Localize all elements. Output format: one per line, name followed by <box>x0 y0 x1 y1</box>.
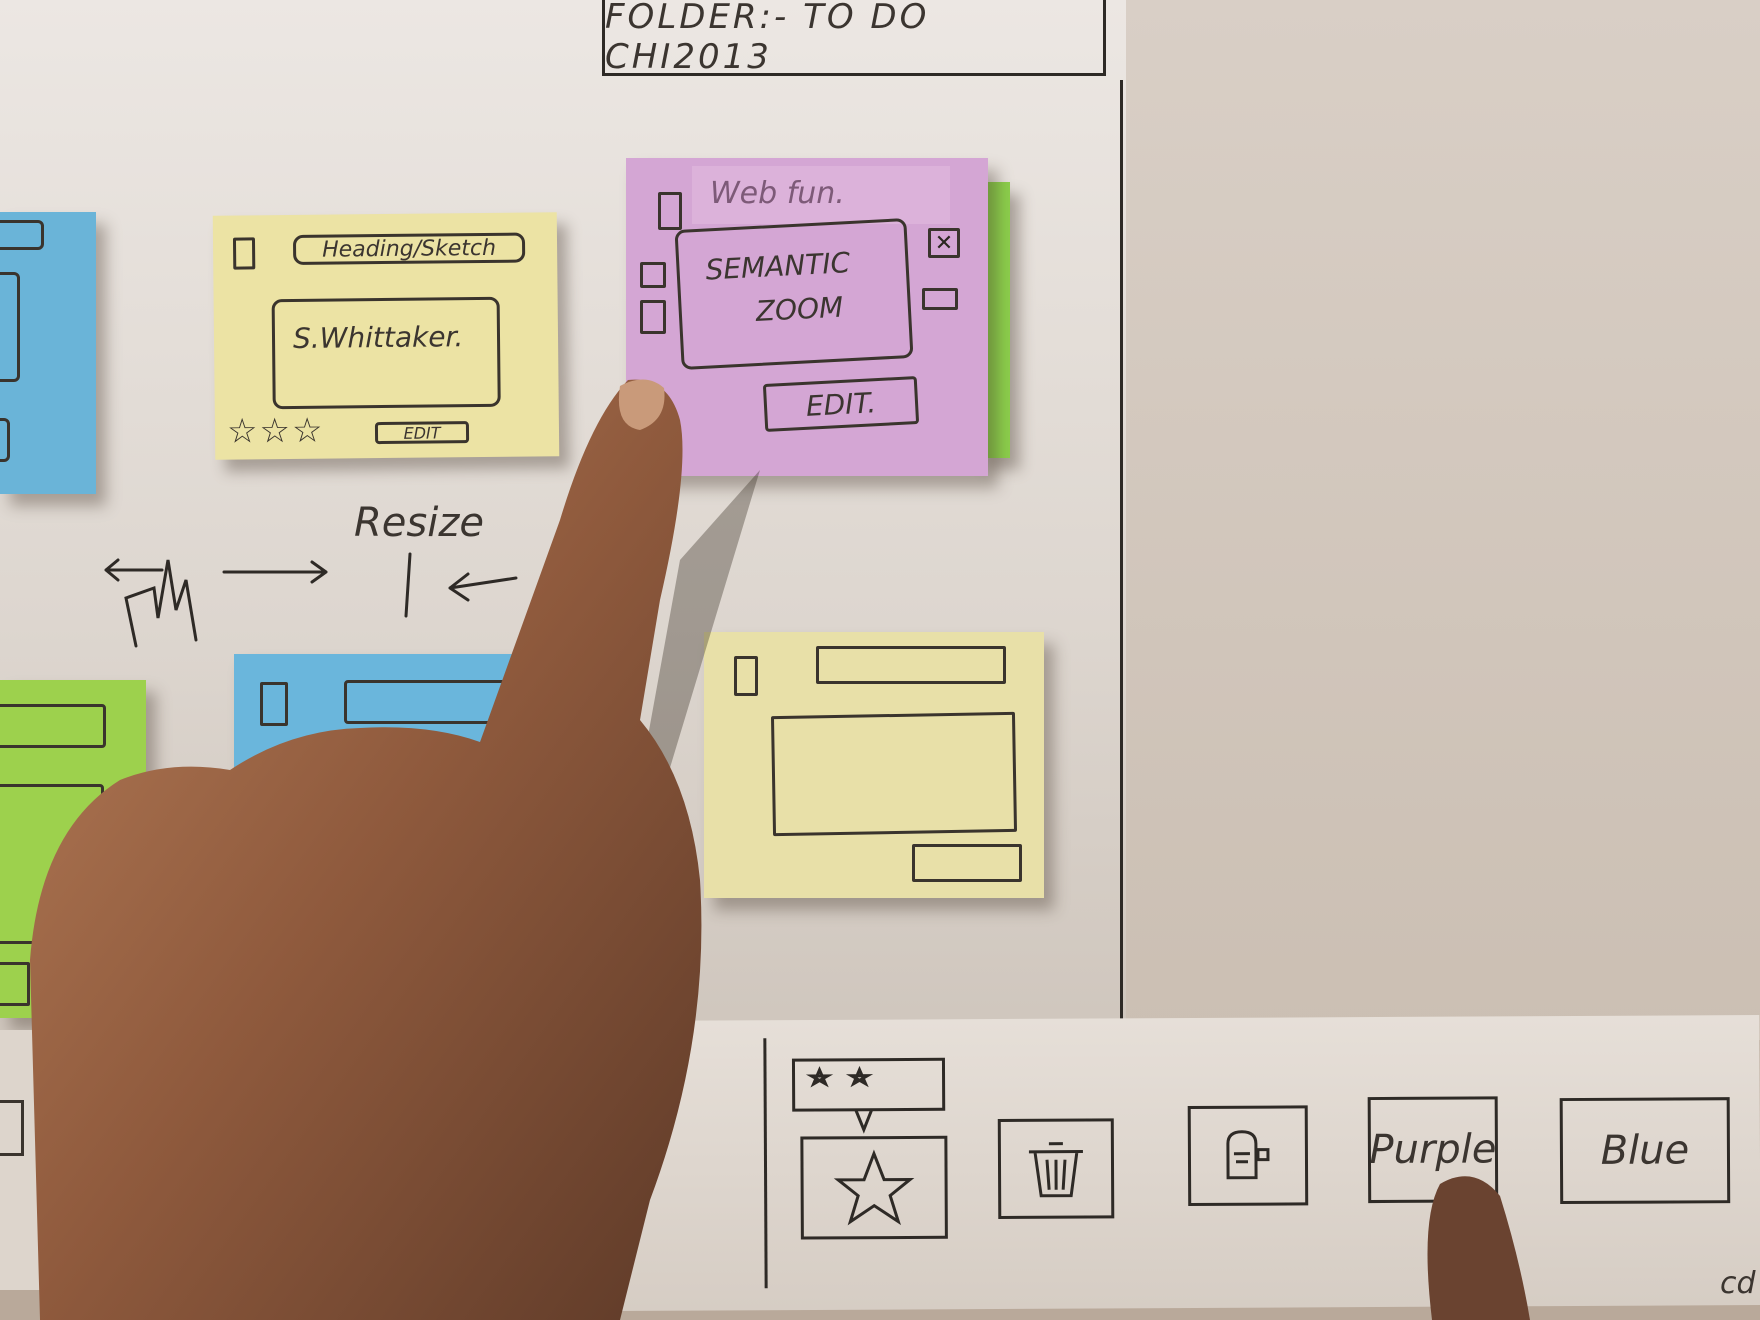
arrow-right-icon <box>222 560 328 584</box>
folder-title: FOLDER:- TO DO CHI2013 <box>605 0 930 77</box>
archive-icon[interactable] <box>640 300 666 334</box>
trash-bin-icon <box>1028 1142 1083 1198</box>
color-blue-button[interactable]: Blue <box>1559 1097 1731 1205</box>
edit-button-label: EDIT <box>403 422 441 443</box>
star-icon[interactable]: ☆ <box>227 411 260 451</box>
close-icon[interactable]: ✕ <box>928 228 960 258</box>
arrow-left-icon <box>104 558 164 582</box>
checkbox-icon[interactable] <box>658 192 682 230</box>
zoom-line-1: SEMANTIC <box>704 246 851 287</box>
note-body-box[interactable]: S.Whittaker. <box>271 296 501 410</box>
folder-header: FOLDER:- TO DO CHI2013 <box>602 0 1106 77</box>
sticky-note-blue-left[interactable] <box>0 212 96 494</box>
edit-button[interactable]: EDIT. <box>762 376 920 432</box>
note-button <box>912 844 1022 882</box>
star-rating-button[interactable] <box>783 1053 952 1250</box>
note-title: Web fun. <box>710 176 845 211</box>
sticky-note-blue[interactable] <box>234 654 534 784</box>
sticky-note-yellow[interactable]: Heading/Sketch S.Whittaker. ☆☆☆ EDIT <box>212 212 560 460</box>
paper-border-line <box>1120 80 1123 1030</box>
note-box <box>0 272 20 382</box>
star-rating-icon <box>791 1057 948 1240</box>
resize-gesture-sketch <box>104 552 518 648</box>
star-icon[interactable]: ☆ <box>259 411 292 451</box>
note-title-field <box>816 646 1006 684</box>
archive-button[interactable] <box>1187 1105 1309 1207</box>
note-box <box>0 418 10 462</box>
checkbox-icon[interactable] <box>260 682 288 726</box>
note-author: S.Whittaker. <box>292 320 464 355</box>
color-blue-label: Blue <box>1600 1127 1690 1174</box>
toolbar-button[interactable] <box>0 1100 24 1156</box>
hand-gesture-icon <box>124 559 198 648</box>
zoom-line-2: ZOOM <box>755 290 845 328</box>
note-tab <box>0 220 44 250</box>
note-body-box <box>770 711 1018 837</box>
flag-icon[interactable] <box>922 288 958 310</box>
note-title-field <box>344 680 534 724</box>
checkbox-icon[interactable] <box>232 237 256 270</box>
arrow-left-icon <box>448 572 518 602</box>
paper-sheet-right <box>1126 0 1760 1040</box>
edit-button-label: EDIT. <box>805 385 877 423</box>
credit-text: cd <box>1720 1266 1756 1301</box>
sticky-note-green[interactable] <box>0 680 146 1018</box>
note-title-field <box>0 704 106 748</box>
semantic-zoom-area[interactable]: SEMANTIC ZOOM <box>674 218 914 370</box>
checked-box-icon[interactable] <box>640 262 666 288</box>
note-heading-field[interactable]: Heading/Sketch <box>292 232 526 265</box>
color-purple-button[interactable]: Purple <box>1367 1096 1499 1204</box>
note-button <box>0 962 30 1006</box>
sticky-note-purple[interactable]: Web fun. SEMANTIC ZOOM ✕ EDIT. <box>626 158 988 476</box>
star-icon[interactable]: ☆ <box>292 411 325 451</box>
sticky-note-yellow-empty[interactable] <box>704 632 1044 898</box>
note-heading-text: Heading/Sketch <box>322 235 497 263</box>
star-rating[interactable]: ☆☆☆ <box>227 411 325 452</box>
delete-button[interactable] <box>997 1118 1115 1220</box>
note-title-bar: Web fun. <box>692 166 950 224</box>
checkbox-icon[interactable] <box>734 656 758 696</box>
edit-button[interactable]: EDIT <box>374 421 470 445</box>
toolbar-divider <box>763 1038 768 1289</box>
color-purple-label: Purple <box>1369 1126 1497 1174</box>
archive-icon <box>1226 1130 1270 1180</box>
bottom-toolbar: Purple Blue <box>619 1015 1760 1311</box>
note-body-box <box>0 784 104 944</box>
toolbar-strip-left <box>0 1030 60 1290</box>
